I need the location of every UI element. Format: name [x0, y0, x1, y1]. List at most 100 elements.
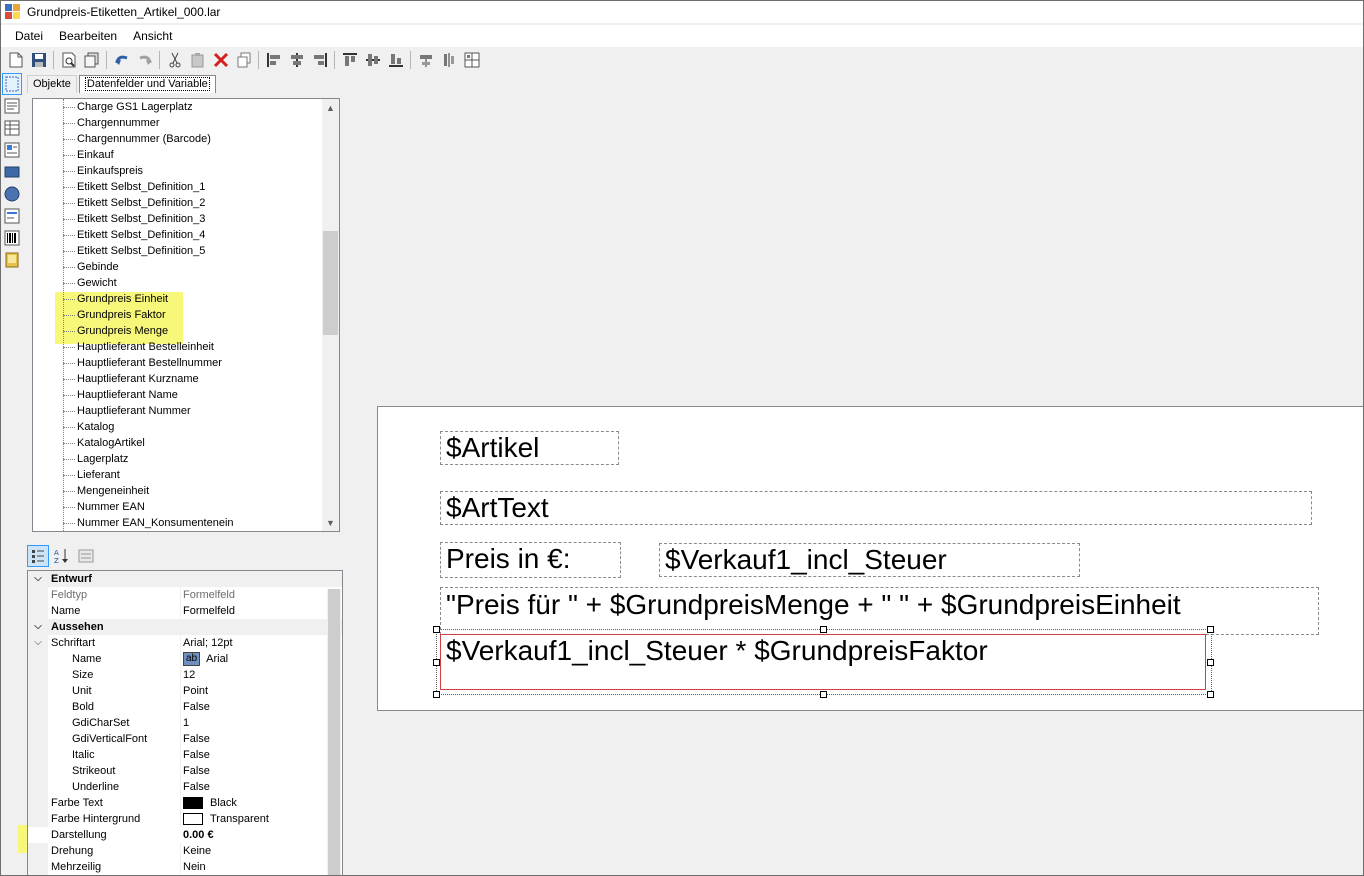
select-tool-icon[interactable]	[2, 73, 22, 95]
tree-item[interactable]: Chargennummer (Barcode)	[33, 131, 318, 147]
property-row-font-name[interactable]: Name ab Arial	[28, 651, 342, 667]
tree-scrollbar[interactable]: ▲ ▼	[322, 99, 339, 531]
scroll-thumb[interactable]	[328, 589, 340, 875]
tree-item[interactable]: Lieferant	[33, 467, 318, 483]
tree-item[interactable]: Gebinde	[33, 259, 318, 275]
tree-item[interactable]: Hauptlieferant Bestelleinheit	[33, 339, 318, 355]
tree-item[interactable]: Etikett Selbst_Definition_5	[33, 243, 318, 259]
align-bottom-icon[interactable]	[384, 49, 407, 71]
resize-handle[interactable]	[820, 626, 827, 633]
menu-ansicht[interactable]: Ansicht	[125, 25, 180, 47]
property-row-size[interactable]: Size 12	[28, 667, 342, 683]
table-tool-icon[interactable]	[2, 117, 22, 139]
tree-item[interactable]: Hauptlieferant Nummer	[33, 403, 318, 419]
property-row-bold[interactable]: Bold False	[28, 699, 342, 715]
field-preis-label[interactable]: Preis in €:	[440, 542, 621, 578]
tree-item[interactable]: Mengeneinheit	[33, 483, 318, 499]
property-row-underline[interactable]: Underline False	[28, 779, 342, 795]
field-artikel[interactable]: $Artikel	[440, 431, 619, 465]
property-scrollbar[interactable]	[327, 589, 341, 875]
cut-icon[interactable]	[163, 49, 186, 71]
tree-item[interactable]: Einkaufspreis	[33, 163, 318, 179]
menu-bearbeiten[interactable]: Bearbeiten	[51, 25, 125, 47]
ellipse-tool-icon[interactable]	[2, 183, 22, 205]
menu-datei[interactable]: Datei	[7, 25, 51, 47]
formula-tool-icon[interactable]	[2, 205, 22, 227]
resize-handle[interactable]	[433, 659, 440, 666]
property-row-farbe-text[interactable]: Farbe Text Black	[28, 795, 342, 811]
tree-item[interactable]: Chargennummer	[33, 115, 318, 131]
scroll-up-icon[interactable]: ▲	[322, 99, 339, 116]
text-tool-icon[interactable]	[2, 95, 22, 117]
property-row-feldtyp[interactable]: Feldtyp Formelfeld	[28, 587, 342, 603]
property-row-gdiverticalfont[interactable]: GdiVerticalFont False	[28, 731, 342, 747]
align-top-icon[interactable]	[338, 49, 361, 71]
field-formel-faktor[interactable]: $Verkauf1_incl_Steuer * $GrundpreisFakto…	[440, 634, 1206, 690]
tree-item[interactable]: Grundpreis Einheit	[33, 291, 318, 307]
tree-item[interactable]: Einkauf	[33, 147, 318, 163]
align-left-icon[interactable]	[262, 49, 285, 71]
tree-item[interactable]: Etikett Selbst_Definition_2	[33, 195, 318, 211]
category-entwurf[interactable]: ⌵ Entwurf	[28, 571, 342, 587]
save-icon[interactable]	[27, 49, 50, 71]
property-row-schriftart[interactable]: ⌵ Schriftart Arial; 12pt	[28, 635, 342, 651]
align-center-icon[interactable]	[285, 49, 308, 71]
distribute-vertical-icon[interactable]	[437, 49, 460, 71]
tree-item[interactable]: Etikett Selbst_Definition_4	[33, 227, 318, 243]
tree-item[interactable]: Grundpreis Faktor	[33, 307, 318, 323]
scroll-thumb[interactable]	[323, 231, 338, 335]
align-right-icon[interactable]	[308, 49, 331, 71]
field-arttext[interactable]: $ArtText	[440, 491, 1312, 525]
barcode-tool-icon[interactable]	[2, 227, 22, 249]
collapse-icon[interactable]: ⌵	[28, 619, 48, 635]
property-row-drehung[interactable]: Drehung Keine	[28, 843, 342, 859]
tree-item[interactable]: Grundpreis Menge	[33, 323, 318, 339]
picture-tool-icon[interactable]	[2, 139, 22, 161]
property-row-italic[interactable]: Italic False	[28, 747, 342, 763]
tab-datenfelder[interactable]: Datenfelder und Variable	[78, 75, 216, 93]
paste-icon[interactable]	[186, 49, 209, 71]
tree-item[interactable]: Gewicht	[33, 275, 318, 291]
property-row-name[interactable]: Name Formelfeld	[28, 603, 342, 619]
resize-handle[interactable]	[1207, 659, 1214, 666]
align-middle-icon[interactable]	[361, 49, 384, 71]
property-row-strikeout[interactable]: Strikeout False	[28, 763, 342, 779]
resize-handle[interactable]	[820, 691, 827, 698]
undo-icon[interactable]	[110, 49, 133, 71]
category-aussehen[interactable]: ⌵ Aussehen	[28, 619, 342, 635]
collapse-icon[interactable]: ⌵	[28, 571, 48, 587]
property-row-gdicharset[interactable]: GdiCharSet 1	[28, 715, 342, 731]
tree-item[interactable]: Katalog	[33, 419, 318, 435]
delete-icon[interactable]	[209, 49, 232, 71]
scroll-down-icon[interactable]: ▼	[322, 514, 339, 531]
tree-item[interactable]: Hauptlieferant Bestellnummer	[33, 355, 318, 371]
categorized-icon[interactable]	[27, 545, 49, 567]
resize-handle[interactable]	[1207, 691, 1214, 698]
preview-icon[interactable]	[57, 49, 80, 71]
tree-item[interactable]: Nummer EAN	[33, 499, 318, 515]
property-pages-icon[interactable]	[75, 545, 97, 567]
tree-item[interactable]: Nummer EAN_Konsumentenein	[33, 515, 318, 531]
collapse-icon[interactable]: ⌵	[28, 635, 48, 651]
property-row-mehrzeilig[interactable]: Mehrzeilig Nein	[28, 859, 342, 875]
copy-pages-icon[interactable]	[80, 49, 103, 71]
new-icon[interactable]	[4, 49, 27, 71]
image-tool-icon[interactable]	[2, 249, 22, 271]
rectangle-tool-icon[interactable]	[2, 161, 22, 183]
resize-handle[interactable]	[433, 691, 440, 698]
property-row-farbe-hintergrund[interactable]: Farbe Hintergrund Transparent	[28, 811, 342, 827]
alphabetical-icon[interactable]: AZ	[51, 545, 73, 567]
resize-handle[interactable]	[433, 626, 440, 633]
resize-handle[interactable]	[1207, 626, 1214, 633]
tree-item[interactable]: Etikett Selbst_Definition_3	[33, 211, 318, 227]
tree-item[interactable]: Lagerplatz	[33, 451, 318, 467]
tree-item[interactable]: Hauptlieferant Kurzname	[33, 371, 318, 387]
tree-item[interactable]: Hauptlieferant Name	[33, 387, 318, 403]
tree-item[interactable]: Etikett Selbst_Definition_1	[33, 179, 318, 195]
property-row-unit[interactable]: Unit Point	[28, 683, 342, 699]
grid-icon[interactable]	[460, 49, 483, 71]
field-formel-preis[interactable]: "Preis für " + $GrundpreisMenge + " " + …	[440, 587, 1319, 635]
copy-icon[interactable]	[232, 49, 255, 71]
redo-icon[interactable]	[133, 49, 156, 71]
property-row-darstellung[interactable]: Darstellung 0.00 €	[28, 827, 342, 843]
